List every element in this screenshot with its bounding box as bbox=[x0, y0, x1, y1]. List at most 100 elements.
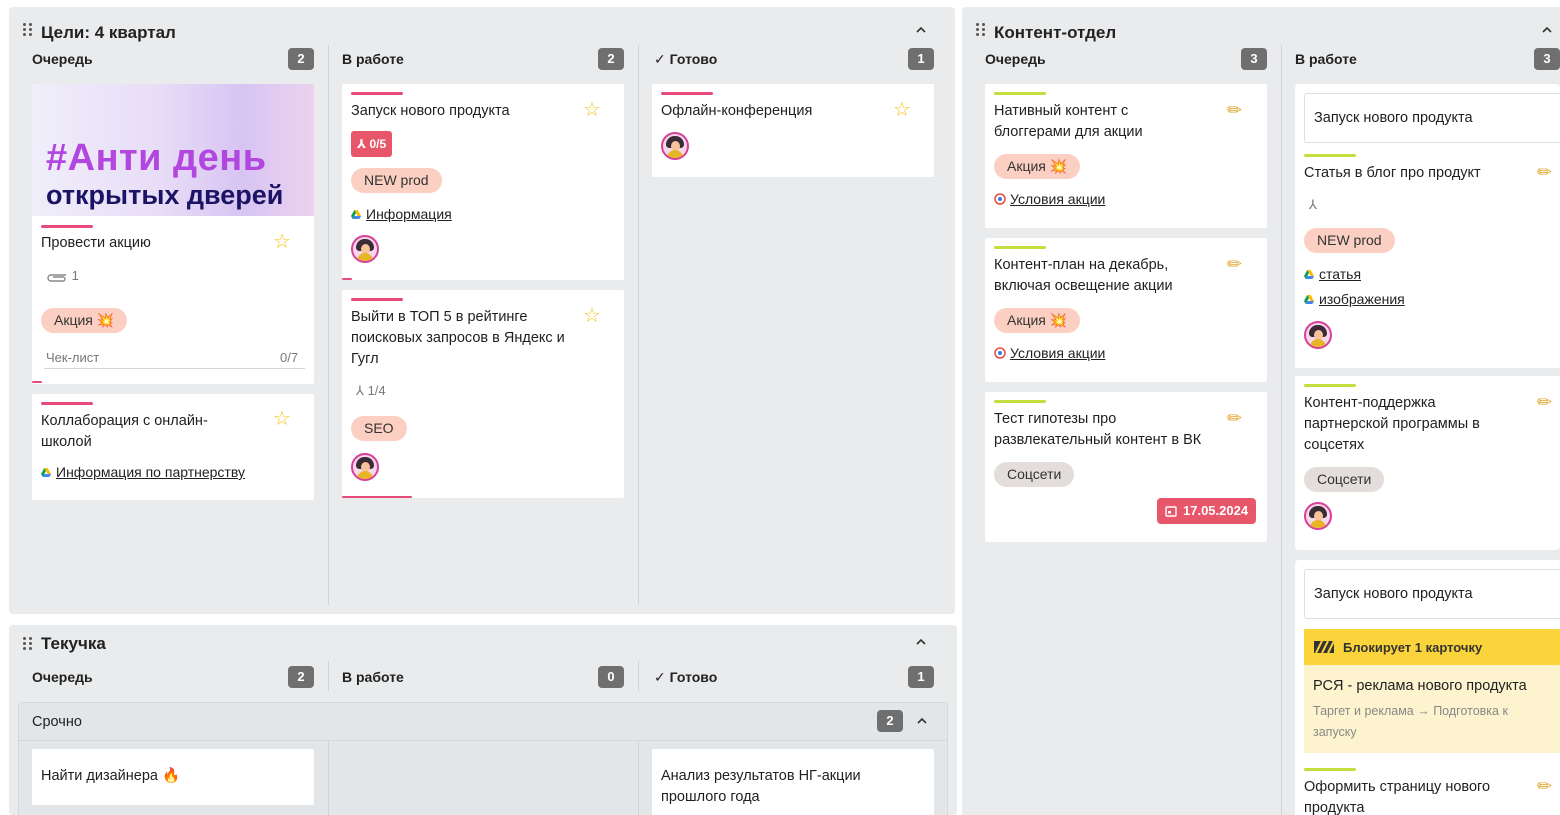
count-badge: 2 bbox=[288, 666, 314, 688]
blocker-card[interactable]: Блокирует 1 карточку РСЯ - реклама новог… bbox=[1304, 629, 1560, 753]
drive-link[interactable]: Информация bbox=[351, 206, 452, 222]
drive-link[interactable]: Информация по партнерству bbox=[41, 464, 245, 480]
tag-badge[interactable]: Акция 💥 bbox=[994, 308, 1081, 333]
star-icon[interactable]: ☆ bbox=[583, 100, 601, 120]
card-title: Провести акцию bbox=[41, 235, 151, 251]
card-test[interactable]: Тест гипотезы про развлекательный контен… bbox=[985, 392, 1267, 542]
pencil-icon[interactable]: ✏ bbox=[1537, 393, 1552, 411]
chevron-up-icon[interactable] bbox=[915, 714, 929, 728]
group-header[interactable]: Запуск нового продукта bbox=[1304, 93, 1560, 143]
card-title-line1: Контент-план на декабрь, bbox=[994, 257, 1169, 273]
board-turnover: Текучка Очередь 2 В работе 0 ✓ Готово 1 … bbox=[9, 625, 957, 815]
star-icon[interactable]: ☆ bbox=[893, 100, 911, 120]
google-drive-icon bbox=[351, 210, 361, 219]
card-color-bar bbox=[41, 402, 93, 405]
column-header-done: ✓ Готово bbox=[654, 51, 718, 67]
star-icon[interactable]: ☆ bbox=[273, 232, 291, 252]
tag-badge[interactable]: Соцсети bbox=[994, 462, 1075, 487]
column-divider bbox=[638, 741, 639, 815]
pencil-icon[interactable]: ✏ bbox=[1537, 777, 1552, 795]
tag-badge[interactable]: Соцсети bbox=[1304, 467, 1385, 492]
card-color-bar bbox=[661, 92, 713, 95]
tag-badge[interactable]: SEO bbox=[351, 416, 407, 441]
pencil-icon[interactable]: ✏ bbox=[1227, 255, 1242, 273]
card-native[interactable]: Нативный контент с блоггерами для акции … bbox=[985, 84, 1267, 228]
tag-badge[interactable]: Акция 💥 bbox=[41, 308, 128, 333]
card-designer[interactable]: Найти дизайнера 🔥 bbox=[32, 749, 314, 805]
column-divider bbox=[328, 45, 329, 605]
pencil-icon[interactable]: ✏ bbox=[1537, 163, 1552, 181]
card-title: Статья в блог про продукт bbox=[1304, 165, 1481, 181]
card-progress-bar bbox=[32, 381, 42, 383]
card-collab[interactable]: Коллаборация с онлайн- школой ☆ Информац… bbox=[32, 394, 314, 500]
conditions-link[interactable]: Условия акции bbox=[994, 345, 1105, 361]
star-icon[interactable]: ☆ bbox=[583, 306, 601, 326]
card-title: Запуск нового продукта bbox=[351, 103, 510, 119]
card-product-page[interactable]: Оформить страницу нового продукта ✏ bbox=[1295, 760, 1560, 815]
card-color-bar bbox=[1304, 768, 1356, 771]
count-badge: 3 bbox=[1534, 48, 1560, 70]
swimlane-header[interactable]: Срочно 2 bbox=[19, 703, 947, 741]
due-date-badge[interactable]: 17.05.2024 bbox=[1157, 498, 1257, 524]
group-header[interactable]: Запуск нового продукта bbox=[1304, 569, 1560, 619]
drive-link[interactable]: изображения bbox=[1304, 291, 1405, 307]
card-title: Офлайн-конференция bbox=[661, 103, 813, 119]
card-article[interactable]: Статья в блог про продукт ✏ ⅄ NEW prod с… bbox=[1295, 146, 1560, 366]
avatar[interactable] bbox=[1304, 502, 1332, 530]
blocker-icon bbox=[1314, 641, 1334, 653]
drive-link[interactable]: статья bbox=[1304, 266, 1361, 282]
subtask-badge: ⅄ 0/5 bbox=[351, 131, 393, 157]
card-title-line2: блоггерами для акции bbox=[994, 124, 1143, 140]
card-title-line3: соцсетях bbox=[1304, 437, 1365, 453]
attachment-count: 1 bbox=[46, 268, 79, 283]
card-color-bar bbox=[994, 92, 1046, 95]
avatar[interactable] bbox=[661, 132, 689, 160]
tag-badge[interactable]: Акция 💥 bbox=[994, 154, 1081, 179]
count-badge: 2 bbox=[877, 710, 903, 732]
pencil-icon[interactable]: ✏ bbox=[1227, 409, 1242, 427]
column-header-queue: Очередь bbox=[32, 51, 93, 67]
card-title-line1: Коллаборация с онлайн- bbox=[41, 413, 208, 429]
chevron-up-icon[interactable] bbox=[914, 23, 928, 37]
card-support[interactable]: Контент-поддержка партнерской программы … bbox=[1295, 376, 1560, 550]
card-title: Найти дизайнера 🔥 bbox=[41, 768, 181, 784]
card-launch[interactable]: Запуск нового продукта ☆ ⅄ 0/5 NEW prod … bbox=[342, 84, 624, 280]
calendar-icon bbox=[1165, 506, 1177, 517]
star-icon[interactable]: ☆ bbox=[273, 409, 291, 429]
drag-handle-icon[interactable] bbox=[976, 23, 986, 37]
card-analysis[interactable]: Анализ результатов НГ-акции прошлого год… bbox=[652, 749, 934, 815]
column-header-in-progress: В работе bbox=[342, 51, 404, 67]
chevron-up-icon[interactable] bbox=[1540, 23, 1554, 37]
linked-card-title: РСЯ - реклама нового продукта bbox=[1313, 678, 1527, 694]
drag-handle-icon[interactable] bbox=[23, 637, 33, 651]
card-color-bar bbox=[351, 92, 403, 95]
avatar[interactable] bbox=[351, 235, 379, 263]
card-color-bar bbox=[1304, 154, 1356, 157]
card-title-line2: развлекательный контент в ВК bbox=[994, 432, 1202, 448]
group-header-title: Запуск нового продукта bbox=[1314, 110, 1473, 126]
avatar[interactable] bbox=[351, 453, 379, 481]
card-promo[interactable]: #Анти день открытых дверей Провести акци… bbox=[32, 84, 314, 384]
card-offline[interactable]: Офлайн-конференция ☆ bbox=[652, 84, 934, 177]
subtask-count: ⅄ 1/4 bbox=[356, 383, 386, 398]
card-plan[interactable]: Контент-план на декабрь, включая освещен… bbox=[985, 238, 1267, 382]
chevron-up-icon[interactable] bbox=[914, 635, 928, 649]
tag-badge[interactable]: NEW prod bbox=[351, 168, 442, 193]
swimlane-title: Срочно bbox=[32, 714, 82, 730]
drag-handle-icon[interactable] bbox=[23, 23, 33, 37]
column-divider bbox=[638, 45, 639, 605]
board-content: Контент-отдел Очередь 3 В работе 3 Натив… bbox=[962, 7, 1560, 815]
pencil-icon[interactable]: ✏ bbox=[1227, 101, 1242, 119]
avatar[interactable] bbox=[1304, 321, 1332, 349]
card-progress-bar bbox=[342, 496, 412, 498]
tag-badge[interactable]: NEW prod bbox=[1304, 228, 1395, 253]
count-badge: 1 bbox=[908, 666, 934, 688]
column-divider bbox=[1281, 45, 1282, 815]
conditions-link[interactable]: Условия акции bbox=[994, 191, 1105, 207]
board-goals: Цели: 4 квартал Очередь 2 В работе 2 ✓ Г… bbox=[9, 7, 955, 614]
paperclip-icon bbox=[47, 273, 66, 282]
subtask-icon: ⅄ bbox=[357, 137, 370, 151]
card-title-line1: Нативный контент с bbox=[994, 103, 1129, 119]
card-title-line3: Гугл bbox=[351, 351, 379, 367]
card-top5[interactable]: Выйти в ТОП 5 в рейтинге поисковых запро… bbox=[342, 290, 624, 498]
